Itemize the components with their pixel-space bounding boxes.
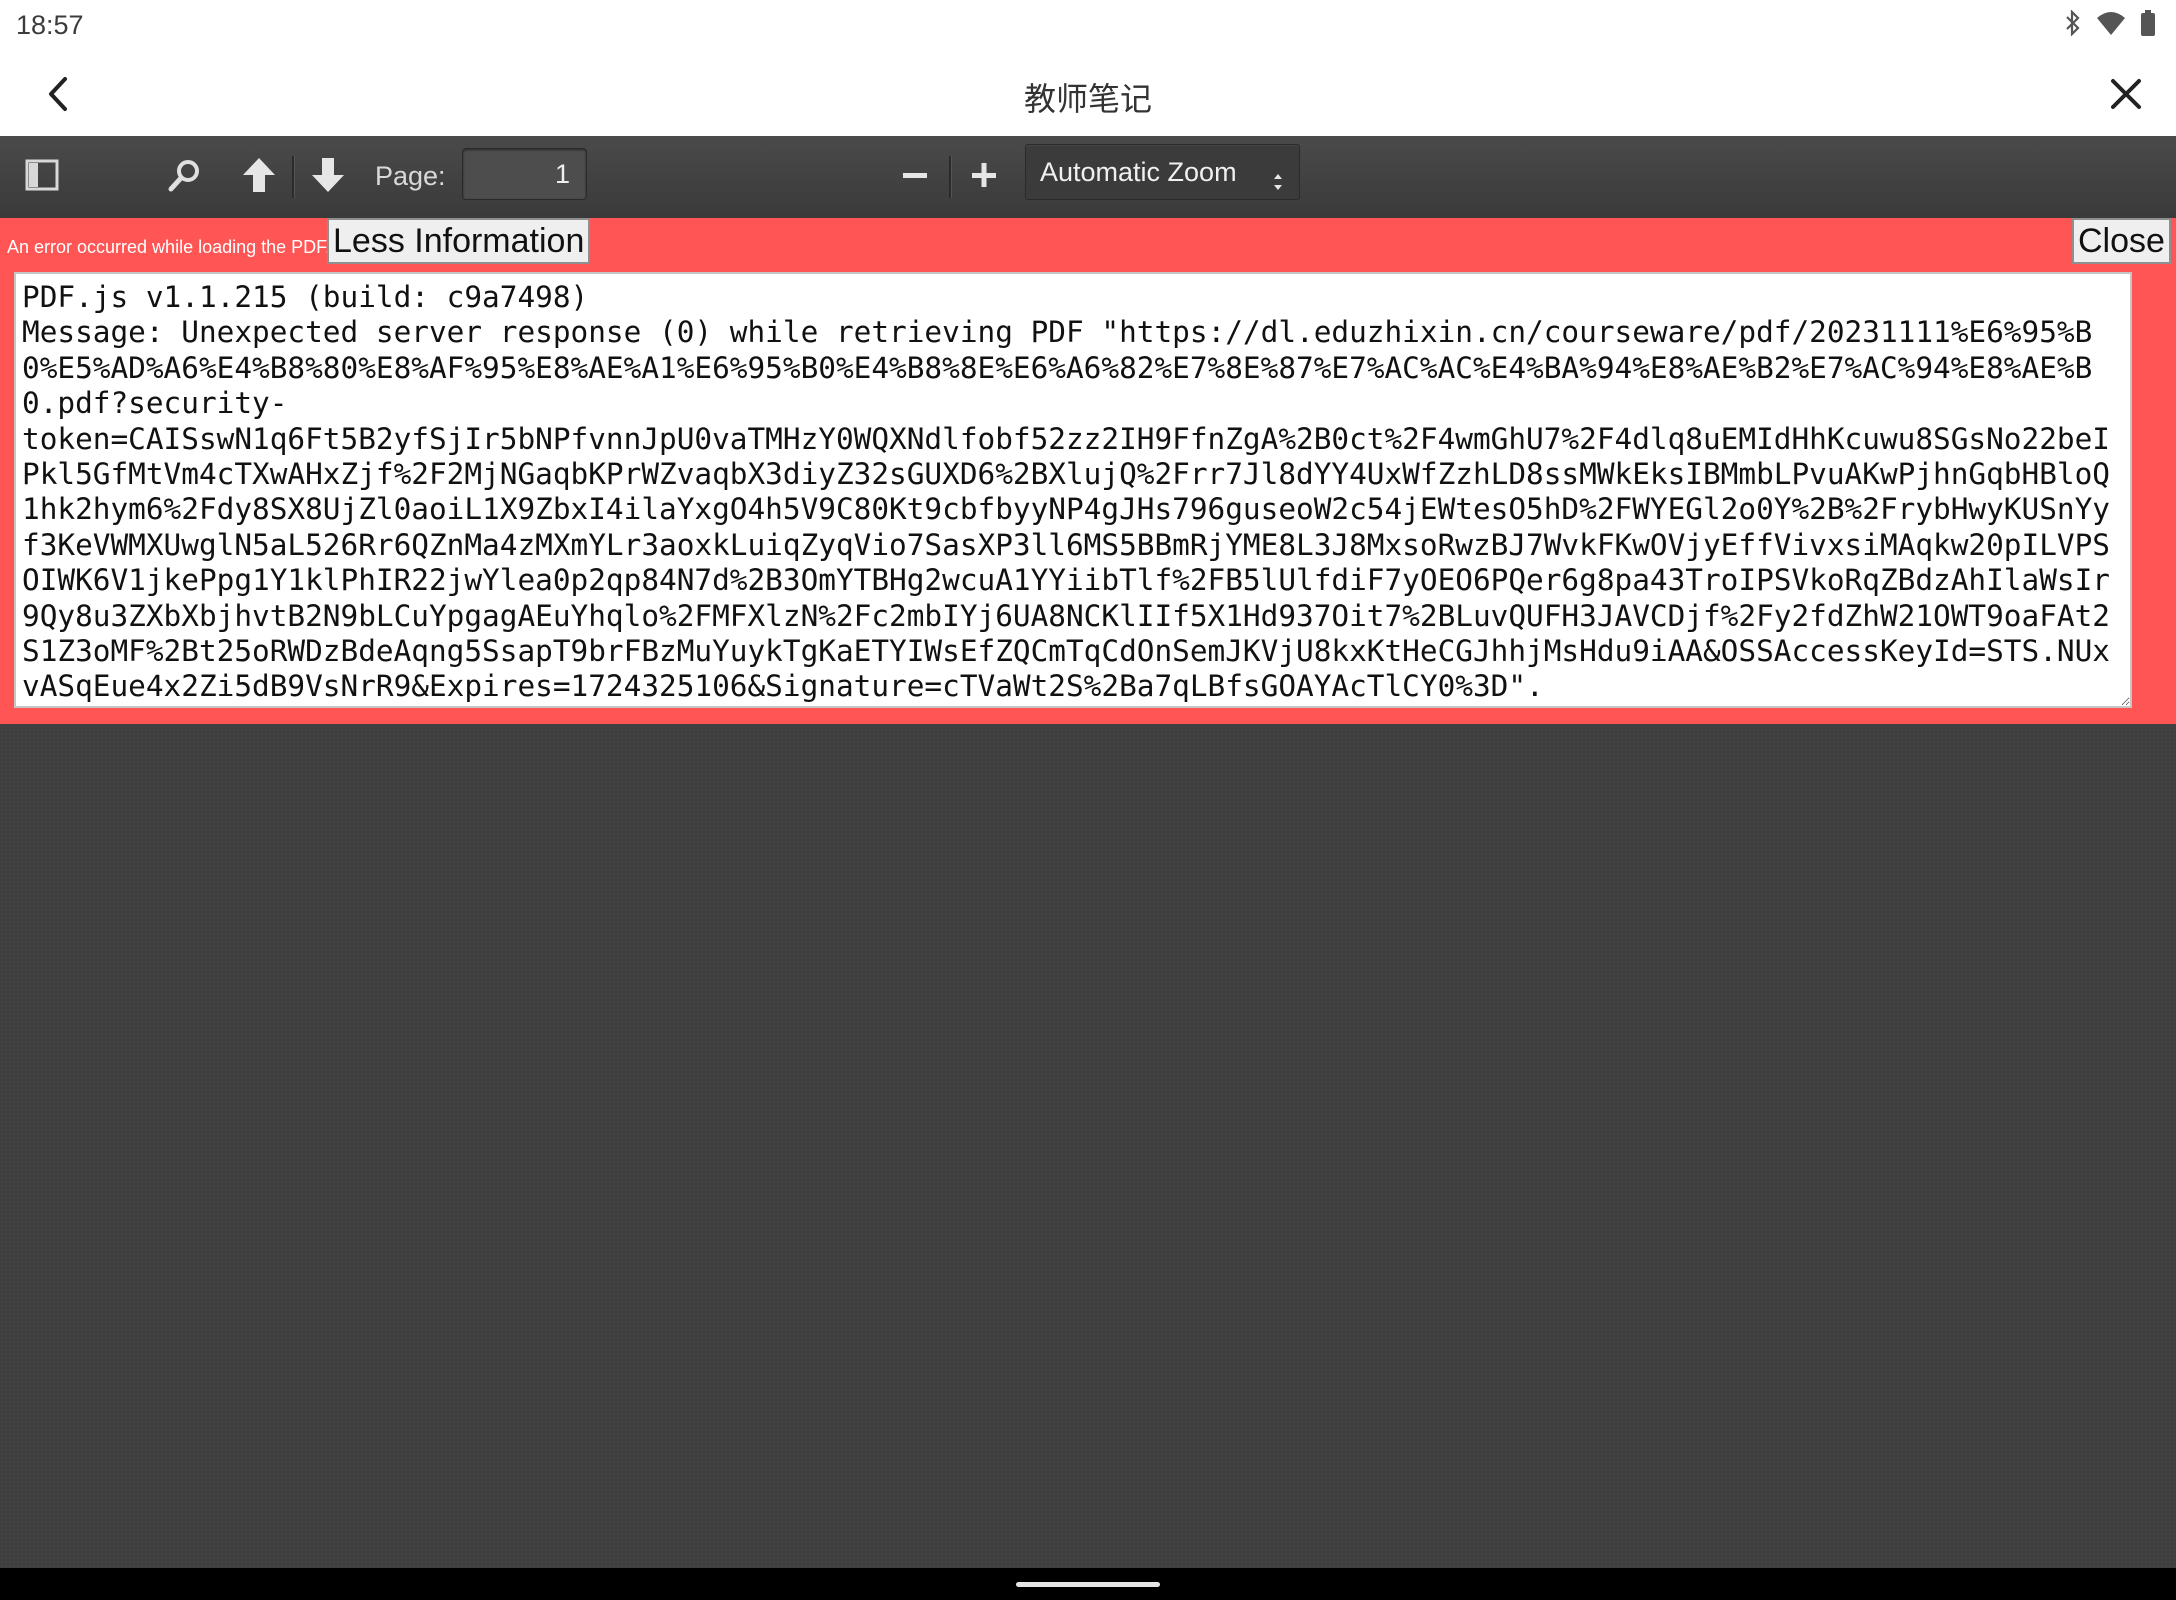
zoom-select[interactable]: Automatic Zoom — [1025, 144, 1300, 200]
toolbar-separator — [949, 156, 952, 198]
error-details-textarea[interactable]: PDF.js v1.1.215 (build: c9a7498) Message… — [14, 272, 2132, 708]
pdf-viewer-area[interactable] — [0, 724, 2176, 1568]
page-title: 教师笔记 — [1023, 80, 1152, 118]
status-time: 18:57 — [16, 10, 84, 40]
status-bar: 18:57 — [0, 0, 2176, 50]
select-arrows-icon — [1271, 159, 1285, 190]
error-bar: An error occurred while loading the PDF.… — [0, 218, 2176, 724]
page-number-input[interactable] — [462, 148, 587, 200]
bluetooth-icon — [2064, 8, 2082, 41]
wifi-icon — [2096, 10, 2126, 41]
pdf-toolbar: Page: Automatic Zoom — [0, 136, 2176, 219]
arrow-up-icon — [241, 156, 277, 199]
arrow-down-icon — [310, 156, 346, 199]
home-gesture-handle[interactable] — [1016, 1582, 1160, 1587]
page-label: Page: — [375, 161, 446, 191]
zoom-select-value: Automatic Zoom — [1040, 157, 1237, 187]
app-bar: 教师笔记 — [0, 50, 2176, 136]
navigation-bar — [0, 1568, 2176, 1600]
plus-icon — [970, 161, 998, 194]
error-close-button[interactable]: Close — [2072, 218, 2171, 264]
previous-page-button[interactable] — [231, 147, 287, 207]
close-icon — [2110, 78, 2142, 115]
battery-icon — [2140, 9, 2156, 42]
close-button[interactable] — [2098, 70, 2154, 122]
sidebar-toggle-icon — [25, 158, 59, 197]
less-information-button[interactable]: Less Information — [327, 218, 591, 264]
sidebar-toggle-button[interactable] — [14, 147, 70, 207]
zoom-out-button[interactable] — [887, 147, 943, 207]
minus-icon — [901, 161, 929, 194]
status-icons — [2064, 8, 2156, 42]
zoom-in-button[interactable] — [956, 147, 1012, 207]
next-page-button[interactable] — [300, 147, 356, 207]
search-button[interactable] — [157, 147, 213, 207]
toolbar-separator — [292, 156, 295, 198]
error-message: An error occurred while loading the PDF. — [7, 237, 331, 257]
search-icon — [167, 157, 203, 198]
